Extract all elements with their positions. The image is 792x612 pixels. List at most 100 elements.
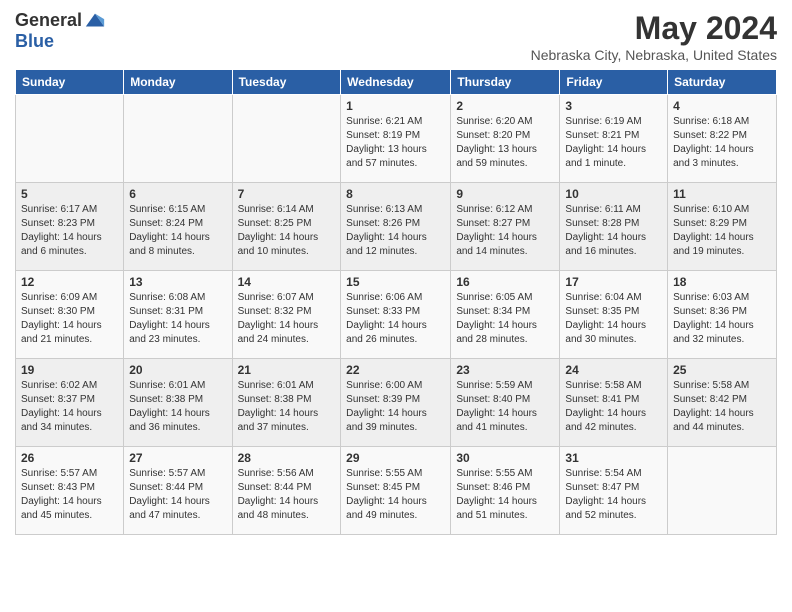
cell-content: Sunrise: 6:18 AM Sunset: 8:22 PM Dayligh… <box>673 115 771 171</box>
calendar-cell: 16 Sunrise: 6:05 AM Sunset: 8:34 PM Dayli… <box>451 271 560 359</box>
calendar-cell: 3Sunrise: 6:19 AM Sunset: 8:21 PM Daylig… <box>560 95 668 183</box>
cell-content: Sunrise: 6:03 AM Sunset: 8:36 PM Dayligh… <box>673 291 771 347</box>
day-number: 15 <box>346 275 445 289</box>
calendar-cell: 7 Sunrise: 6:14 AM Sunset: 8:25 PM Daylig… <box>232 183 341 271</box>
cell-content: Sunrise: 6:01 AM Sunset: 8:38 PM Dayligh… <box>129 379 226 435</box>
cell-content: Sunrise: 6:17 AM Sunset: 8:23 PM Dayligh… <box>21 203 118 259</box>
header-row: SundayMondayTuesdayWednesdayThursdayFrid… <box>16 70 777 95</box>
calendar-cell: 20 Sunrise: 6:01 AM Sunset: 8:38 PM Dayli… <box>124 359 232 447</box>
day-number: 29 <box>346 451 445 465</box>
calendar-cell: 26 Sunrise: 5:57 AM Sunset: 8:43 PM Dayli… <box>16 447 124 535</box>
calendar-cell <box>232 95 341 183</box>
cell-content: Sunrise: 6:21 AM Sunset: 8:19 PM Dayligh… <box>346 115 445 171</box>
calendar-cell: 31 Sunrise: 5:54 AM Sunset: 8:47 PM Dayli… <box>560 447 668 535</box>
day-number: 5 <box>21 187 118 201</box>
cell-content: Sunrise: 5:55 AM Sunset: 8:46 PM Dayligh… <box>456 467 554 523</box>
cell-content: Sunrise: 6:15 AM Sunset: 8:24 PM Dayligh… <box>129 203 226 259</box>
cell-content: Sunrise: 6:11 AM Sunset: 8:28 PM Dayligh… <box>565 203 662 259</box>
day-number: 14 <box>238 275 336 289</box>
day-number: 24 <box>565 363 662 377</box>
calendar-cell: 14 Sunrise: 6:07 AM Sunset: 8:32 PM Dayli… <box>232 271 341 359</box>
page-header: General Blue May 2024 Nebraska City, Neb… <box>15 10 777 63</box>
day-number: 30 <box>456 451 554 465</box>
day-number: 8 <box>346 187 445 201</box>
cell-content: Sunrise: 5:55 AM Sunset: 8:45 PM Dayligh… <box>346 467 445 523</box>
cell-content: Sunrise: 5:58 AM Sunset: 8:42 PM Dayligh… <box>673 379 771 435</box>
calendar-cell <box>124 95 232 183</box>
calendar-table: SundayMondayTuesdayWednesdayThursdayFrid… <box>15 69 777 535</box>
calendar-cell: 15 Sunrise: 6:06 AM Sunset: 8:33 PM Dayli… <box>341 271 451 359</box>
calendar-cell: 23Sunrise: 5:59 AM Sunset: 8:40 PM Dayli… <box>451 359 560 447</box>
cell-content: Sunrise: 6:06 AM Sunset: 8:33 PM Dayligh… <box>346 291 445 347</box>
calendar-cell: 9 Sunrise: 6:12 AM Sunset: 8:27 PM Daylig… <box>451 183 560 271</box>
day-number: 11 <box>673 187 771 201</box>
day-header-monday: Monday <box>124 70 232 95</box>
week-row-2: 5 Sunrise: 6:17 AM Sunset: 8:23 PM Daylig… <box>16 183 777 271</box>
logo-blue: Blue <box>15 31 54 51</box>
calendar-cell: 29 Sunrise: 5:55 AM Sunset: 8:45 PM Dayli… <box>341 447 451 535</box>
day-number: 19 <box>21 363 118 377</box>
day-number: 27 <box>129 451 226 465</box>
day-number: 20 <box>129 363 226 377</box>
day-number: 28 <box>238 451 336 465</box>
calendar-cell: 6 Sunrise: 6:15 AM Sunset: 8:24 PM Daylig… <box>124 183 232 271</box>
calendar-cell <box>16 95 124 183</box>
day-number: 9 <box>456 187 554 201</box>
cell-content: Sunrise: 6:00 AM Sunset: 8:39 PM Dayligh… <box>346 379 445 435</box>
calendar-cell: 10Sunrise: 6:11 AM Sunset: 8:28 PM Dayli… <box>560 183 668 271</box>
cell-content: Sunrise: 6:13 AM Sunset: 8:26 PM Dayligh… <box>346 203 445 259</box>
day-number: 6 <box>129 187 226 201</box>
cell-content: Sunrise: 5:54 AM Sunset: 8:47 PM Dayligh… <box>565 467 662 523</box>
title-block: May 2024 Nebraska City, Nebraska, United… <box>531 10 777 63</box>
calendar-cell: 12 Sunrise: 6:09 AM Sunset: 8:30 PM Dayli… <box>16 271 124 359</box>
cell-content: Sunrise: 6:07 AM Sunset: 8:32 PM Dayligh… <box>238 291 336 347</box>
cell-content: Sunrise: 6:01 AM Sunset: 8:38 PM Dayligh… <box>238 379 336 435</box>
cell-content: Sunrise: 6:10 AM Sunset: 8:29 PM Dayligh… <box>673 203 771 259</box>
calendar-cell: 11 Sunrise: 6:10 AM Sunset: 8:29 PM Dayli… <box>668 183 777 271</box>
calendar-cell: 13 Sunrise: 6:08 AM Sunset: 8:31 PM Dayli… <box>124 271 232 359</box>
day-number: 26 <box>21 451 118 465</box>
week-row-1: 1 Sunrise: 6:21 AM Sunset: 8:19 PM Daylig… <box>16 95 777 183</box>
logo-general: General <box>15 11 82 31</box>
calendar-cell: 30 Sunrise: 5:55 AM Sunset: 8:46 PM Dayli… <box>451 447 560 535</box>
week-row-4: 19Sunrise: 6:02 AM Sunset: 8:37 PM Dayli… <box>16 359 777 447</box>
cell-content: Sunrise: 6:08 AM Sunset: 8:31 PM Dayligh… <box>129 291 226 347</box>
calendar-cell: 22 Sunrise: 6:00 AM Sunset: 8:39 PM Dayli… <box>341 359 451 447</box>
cell-content: Sunrise: 5:57 AM Sunset: 8:43 PM Dayligh… <box>21 467 118 523</box>
calendar-cell: 19Sunrise: 6:02 AM Sunset: 8:37 PM Dayli… <box>16 359 124 447</box>
cell-content: Sunrise: 6:09 AM Sunset: 8:30 PM Dayligh… <box>21 291 118 347</box>
day-number: 12 <box>21 275 118 289</box>
day-number: 1 <box>346 99 445 113</box>
cell-content: Sunrise: 6:05 AM Sunset: 8:34 PM Dayligh… <box>456 291 554 347</box>
day-number: 17 <box>565 275 662 289</box>
calendar-cell: 8 Sunrise: 6:13 AM Sunset: 8:26 PM Daylig… <box>341 183 451 271</box>
logo-icon <box>84 10 106 32</box>
day-number: 4 <box>673 99 771 113</box>
day-number: 31 <box>565 451 662 465</box>
calendar-cell: 5 Sunrise: 6:17 AM Sunset: 8:23 PM Daylig… <box>16 183 124 271</box>
day-number: 22 <box>346 363 445 377</box>
calendar-cell: 17 Sunrise: 6:04 AM Sunset: 8:35 PM Dayli… <box>560 271 668 359</box>
day-number: 18 <box>673 275 771 289</box>
main-title: May 2024 <box>531 10 777 47</box>
calendar-cell: 1 Sunrise: 6:21 AM Sunset: 8:19 PM Daylig… <box>341 95 451 183</box>
cell-content: Sunrise: 5:56 AM Sunset: 8:44 PM Dayligh… <box>238 467 336 523</box>
week-row-5: 26 Sunrise: 5:57 AM Sunset: 8:43 PM Dayli… <box>16 447 777 535</box>
cell-content: Sunrise: 6:04 AM Sunset: 8:35 PM Dayligh… <box>565 291 662 347</box>
day-header-tuesday: Tuesday <box>232 70 341 95</box>
day-number: 16 <box>456 275 554 289</box>
calendar-cell: 2Sunrise: 6:20 AM Sunset: 8:20 PM Daylig… <box>451 95 560 183</box>
day-number: 13 <box>129 275 226 289</box>
logo: General Blue <box>15 10 106 52</box>
cell-content: Sunrise: 6:14 AM Sunset: 8:25 PM Dayligh… <box>238 203 336 259</box>
day-number: 7 <box>238 187 336 201</box>
subtitle: Nebraska City, Nebraska, United States <box>531 47 777 63</box>
calendar-cell: 24Sunrise: 5:58 AM Sunset: 8:41 PM Dayli… <box>560 359 668 447</box>
cell-content: Sunrise: 6:19 AM Sunset: 8:21 PM Dayligh… <box>565 115 662 171</box>
cell-content: Sunrise: 5:57 AM Sunset: 8:44 PM Dayligh… <box>129 467 226 523</box>
cell-content: Sunrise: 6:12 AM Sunset: 8:27 PM Dayligh… <box>456 203 554 259</box>
day-header-wednesday: Wednesday <box>341 70 451 95</box>
day-number: 2 <box>456 99 554 113</box>
calendar-cell: 28 Sunrise: 5:56 AM Sunset: 8:44 PM Dayli… <box>232 447 341 535</box>
cell-content: Sunrise: 5:59 AM Sunset: 8:40 PM Dayligh… <box>456 379 554 435</box>
